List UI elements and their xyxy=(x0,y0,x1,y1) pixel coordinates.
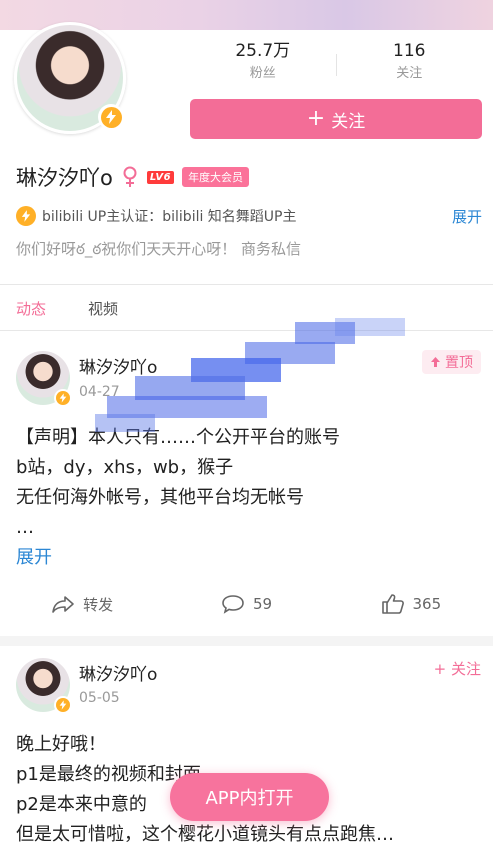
plus-icon: + xyxy=(306,106,326,131)
post-avatar-wrap[interactable] xyxy=(16,351,72,407)
followers-count: 25.7万 xyxy=(235,41,291,61)
post-line: 晚上好哦！ xyxy=(16,734,106,755)
pinned-label: 置顶 xyxy=(445,355,473,371)
follow-link[interactable]: + 关注 xyxy=(434,658,481,679)
comment-icon xyxy=(222,595,244,614)
followers-label: 粉丝 xyxy=(249,66,276,81)
post-line: 但是太可惜啦，这个樱花小道镜头有点点跑焦… xyxy=(16,824,394,845)
followers-stat[interactable]: 25.7万 粉丝 xyxy=(190,40,336,85)
verified-badge xyxy=(54,696,72,714)
verified-badge xyxy=(98,104,124,130)
post-avatar-wrap[interactable] xyxy=(16,658,72,714)
vip-badge: 年度大会员 xyxy=(182,167,250,187)
post-expand-link[interactable]: 展开 xyxy=(16,543,52,569)
tab-videos[interactable]: 视频 xyxy=(88,298,118,319)
auth-text: bilibili UP主认证：bilibili 知名舞蹈UP主 xyxy=(42,209,297,225)
level-badge: LV6 xyxy=(146,170,175,184)
lightning-icon xyxy=(56,391,70,405)
post-line: 无任何海外帐号，其他平台均无帐号 xyxy=(16,487,304,508)
follow-button-label: 关注 xyxy=(331,111,366,132)
verified-badge xyxy=(54,389,72,407)
username: 琳汐汐吖o xyxy=(16,166,113,190)
name-row: 琳汐汐吖o LV6 年度大会员 xyxy=(16,162,250,192)
like-button[interactable]: 365 xyxy=(329,590,493,618)
comment-button[interactable]: 59 xyxy=(164,590,328,618)
follow-button[interactable]: + 关注 xyxy=(190,99,482,139)
pin-up-icon xyxy=(431,357,440,367)
auth-row: bilibili UP主认证：bilibili 知名舞蹈UP主 展开 xyxy=(16,204,482,228)
post-line: … xyxy=(16,517,34,538)
female-gender-icon xyxy=(123,166,137,187)
profile-avatar-wrap[interactable] xyxy=(14,22,126,134)
post-line: 【声明】本人只有……个公开平台的账号 xyxy=(16,427,340,448)
signature: 你们好呀ఠ_ఠ祝你们天天开心呀！ 商务私信 xyxy=(16,240,302,258)
comment-count: 59 xyxy=(252,595,273,613)
thumbs-up-icon xyxy=(381,594,404,614)
tab-dynamic[interactable]: 动态 xyxy=(16,298,46,319)
like-count: 365 xyxy=(412,595,442,613)
tab-bar: 动态 视频 xyxy=(0,285,493,331)
post-author[interactable]: 琳汐汐吖o xyxy=(79,353,157,378)
open-in-app-button[interactable]: APP内打开 xyxy=(170,773,329,821)
share-icon xyxy=(52,596,74,613)
pinned-badge: 置顶 xyxy=(422,350,481,374)
profile-stats: 25.7万 粉丝 116 关注 xyxy=(190,40,482,85)
lightning-icon xyxy=(16,206,36,226)
post-date: 04-27 xyxy=(79,384,120,400)
expand-link[interactable]: 展开 xyxy=(452,206,482,227)
post-card: 琳汐汐吖o 04-27 置顶 【声明】本人只有……个公开平台的账号 b站，dy，… xyxy=(0,331,493,644)
lightning-icon xyxy=(100,106,122,128)
post-date: 05-05 xyxy=(79,690,120,706)
following-stat[interactable]: 116 关注 xyxy=(337,40,483,85)
lightning-icon xyxy=(56,698,70,712)
post-content: 【声明】本人只有……个公开平台的账号 b站，dy，xhs，wb，猴子 无任何海外… xyxy=(16,423,482,543)
post-line: b站，dy，xhs，wb，猴子 xyxy=(16,457,234,478)
repost-button[interactable]: 转发 xyxy=(0,590,164,618)
following-label: 关注 xyxy=(396,66,423,81)
profile-header: 25.7万 粉丝 116 关注 + 关注 琳汐汐吖o LV6 年度大会员 bil… xyxy=(0,0,493,285)
repost-label: 转发 xyxy=(83,595,114,614)
feed-separator xyxy=(0,636,493,646)
post-author[interactable]: 琳汐汐吖o xyxy=(79,660,157,685)
following-count: 116 xyxy=(393,41,426,61)
post-actions: 转发 59 365 xyxy=(0,590,493,618)
